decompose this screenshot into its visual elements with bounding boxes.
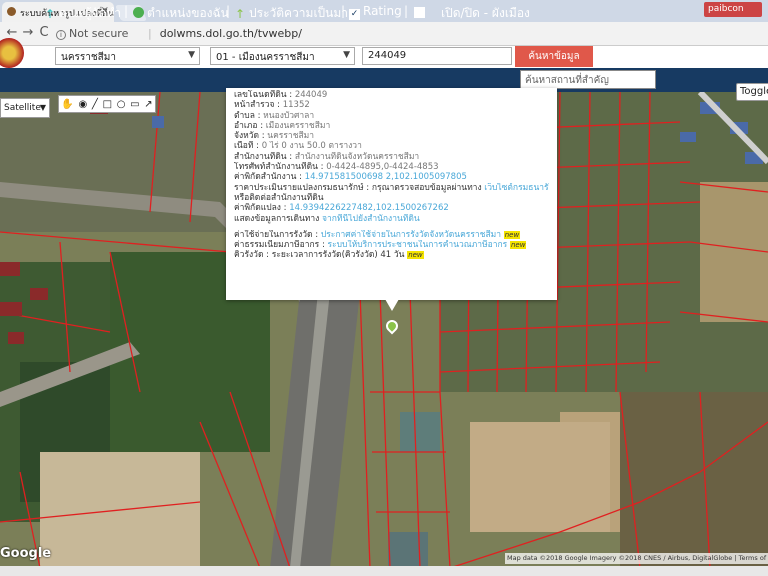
hand-icon[interactable]: ✋ (61, 99, 73, 110)
drawing-toolbar: ✋ ◉ ╱ □ ○ ▭ ↗ (58, 95, 156, 113)
popup-row: ราคาประเมินรายแปลงกรมธนารักษ์ : กรุณาตรว… (234, 183, 549, 193)
menu-item-label: ประวัติความเป็นมา (249, 6, 349, 20)
menu-item-label: Rating (363, 4, 402, 18)
person-icon: ↑ (45, 7, 56, 21)
popup-row: หน้าสำรวจ : 11352 (234, 100, 310, 111)
window-bottom-bar (0, 566, 768, 576)
popup-row: เลขโฉนดที่ดิน : 244049 (234, 90, 328, 100)
chevron-down-icon: ▼ (188, 50, 195, 60)
parcel-coordinate-link[interactable]: 14.9394226227482,102.1500267262 (289, 203, 449, 213)
popup-row: คิวรังวัด : ระยะเวลาการรังวัด(คิวรังวัด)… (234, 250, 424, 261)
menu-separator: | (404, 4, 409, 18)
popup-row: สำนักงานที่ดิน : สำนักงานที่ดินจังหวัดนค… (234, 151, 420, 162)
popup-row: ตำบล : หนองบัวศาลา (234, 110, 315, 121)
security-label: Not secure (69, 27, 129, 40)
district-select[interactable]: 01 - เมืองนครราชสีมา ▼ (210, 47, 355, 65)
forward-icon[interactable]: → (20, 25, 36, 41)
tax-calculator-link[interactable]: ระบบให้บริการประชาชนในการคำนวณภาษีอากร (328, 240, 508, 250)
line-icon[interactable]: ╱ (92, 99, 98, 110)
popup-row: ค่าพิกัดแปลง : 14.9394226227482,102.1500… (234, 203, 449, 214)
reload-icon[interactable]: C (36, 25, 52, 41)
parcel-number-input[interactable]: 244049 (362, 47, 512, 65)
parcel-info-popup: เลขโฉนดที่ดิน : 244049 หน้าสำรวจ : 11352… (226, 88, 557, 300)
menu-item-label: เปิด/ปิด - ผังเมือง (441, 6, 530, 20)
checkbox-icon[interactable] (414, 7, 425, 18)
province-select[interactable]: นครราชสีมา ▼ (55, 47, 200, 65)
circle-icon[interactable]: ○ (117, 99, 126, 110)
office-coordinate-link[interactable]: 14.971581500698 2,102.1005097805 (305, 172, 467, 182)
route-link[interactable]: จากที่นี่ไปยังสำนักงานที่ดิน (322, 214, 420, 224)
new-badge: new (503, 230, 521, 239)
polygon-icon[interactable]: □ (103, 99, 112, 110)
menu-separator: | (341, 4, 346, 18)
history-icon: ↑ (235, 7, 246, 21)
popup-row: โทรศัพท์สำนักงานที่ดิน : 0-4424-4895,0-4… (234, 162, 439, 173)
popup-pointer (385, 299, 399, 311)
popup-row: ค่าพิกัดสำนักงาน : 14.971581500698 2,102… (234, 172, 467, 183)
popup-row: อำเภอ : เมืองนครราชสีมา (234, 120, 331, 131)
popup-row: ค่าใช้จ่ายในการรังวัด : ประกาศค่าใช้จ่าย… (234, 229, 521, 240)
security-indicator[interactable]: i Not secure (56, 27, 128, 40)
search-button[interactable]: ค้นหาข้อมูล (515, 46, 593, 67)
menu-separator: | (226, 4, 231, 18)
province-select-value: นครราชสีมา (61, 52, 116, 63)
menu-item-label: คณะผู้จัดทำ (59, 6, 122, 20)
new-badge: new (509, 241, 527, 250)
menu-item-history[interactable]: ↑ ประวัติความเป็นมา (235, 4, 348, 23)
place-search-input[interactable]: ค้นหาสถานที่สำคัญ (520, 70, 656, 89)
map-type-value: Satellite (4, 103, 41, 113)
menu-separator: | (124, 4, 129, 18)
popup-row: จังหวัด : นครราชสีมา (234, 131, 315, 142)
popup-row: เนื้อที่ : 0 ไร่ 0 งาน 50.0 ตารางวา (234, 141, 362, 152)
popup-row: แสดงข้อมูลการเดินทาง จากที่นี่ไปยังสำนัก… (234, 213, 420, 224)
location-icon (133, 7, 144, 18)
menu-item-city-plan-toggle[interactable]: เปิด/ปิด - ผังเมือง (414, 4, 530, 23)
rectangle-icon[interactable]: ▭ (130, 99, 139, 110)
menu-item-team[interactable]: ↑ คณะผู้จัดทำ (45, 4, 121, 23)
menu-item-my-location[interactable]: ตำแหน่งของฉัน (133, 4, 229, 23)
google-logo: Google (0, 546, 52, 561)
map-type-select[interactable]: Satellite ▼ (0, 98, 50, 118)
site-favicon-icon (7, 7, 16, 16)
map-attribution: Map data ©2018 Google Imagery ©2018 CNES… (505, 553, 768, 564)
chevron-down-icon: ▼ (39, 103, 46, 112)
menu-item-label: ตำแหน่งของฉัน (147, 6, 229, 20)
ruler-icon[interactable]: ↗ (144, 99, 152, 110)
parcel-number-value: 244049 (368, 50, 407, 61)
popup-row: ค่าธรรมเนียมภาษีอากร : ระบบให้บริการประช… (234, 240, 527, 251)
info-icon: i (56, 30, 66, 40)
menu-item-rating[interactable]: ✓ Rating (349, 4, 402, 20)
url-field[interactable]: | dolwms.dol.go.th/tvwebp/ (148, 27, 302, 40)
survey-fee-link[interactable]: ประกาศค่าใช้จ่ายในการรังวัดจังหวัดนครราช… (321, 230, 501, 240)
check-icon: ✓ (349, 9, 360, 20)
url-text: dolwms.dol.go.th/tvwebp/ (159, 27, 302, 40)
pin-icon[interactable]: ◉ (78, 99, 87, 110)
address-bar: ← → C i Not secure | dolwms.dol.go.th/tvwe… (0, 22, 768, 46)
district-select-value: 01 - เมืองนครราชสีมา (216, 52, 315, 63)
profile-chip[interactable]: paibcon (704, 2, 762, 17)
new-badge: new (407, 251, 424, 260)
popup-row: หรือติดต่อสำนักงานที่ดิน (234, 192, 324, 203)
treasury-website-link[interactable]: เว็บไซต์กรมธนารักษ์ (484, 183, 549, 193)
toggle-button[interactable]: Toggle (736, 83, 768, 101)
chevron-down-icon: ▼ (343, 50, 350, 60)
